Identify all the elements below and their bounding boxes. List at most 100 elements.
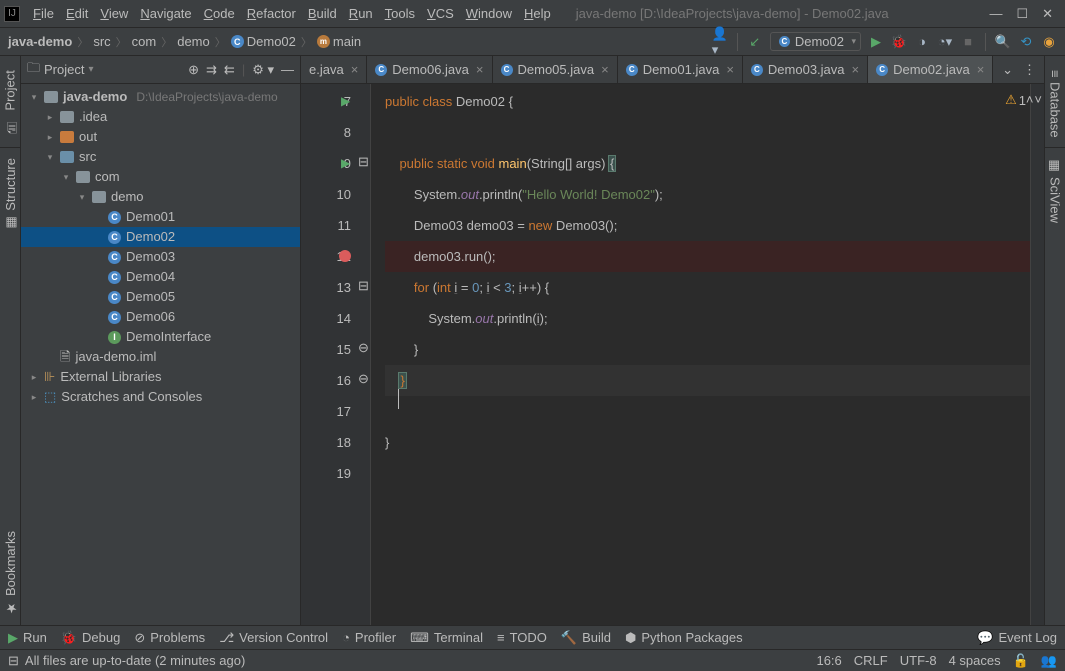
fold-handle[interactable]: ⊟ — [357, 270, 370, 301]
code-line-10[interactable]: System.out.println("Hello World! Demo02"… — [385, 179, 1044, 210]
menu-vcs[interactable]: VCS — [422, 4, 459, 23]
hide-icon[interactable]: — — [281, 62, 294, 78]
status-encoding[interactable]: UTF-8 — [900, 653, 937, 668]
tree-file-demo05[interactable]: CDemo05 — [21, 287, 300, 307]
settings-icon[interactable]: ⚙ ▾ — [252, 62, 274, 78]
heap-icon[interactable]: 👥 — [1041, 653, 1057, 669]
collapse-icon[interactable]: ⇇ — [224, 62, 235, 78]
close-tab-icon[interactable]: × — [476, 62, 484, 77]
database-tab[interactable]: ≡Database — [1046, 60, 1065, 147]
sciview-tab[interactable]: ▦SciView — [1046, 148, 1065, 233]
close-tab-icon[interactable]: × — [726, 62, 734, 77]
sync-icon[interactable]: ⟲ — [1018, 34, 1034, 50]
profiler-tool-tab[interactable]: ◔Profiler — [342, 630, 396, 645]
python-tool-tab[interactable]: ⬢Python Packages — [625, 630, 743, 646]
code-line-7[interactable]: public class Demo02 { — [385, 86, 1044, 117]
tree-file-demo04[interactable]: CDemo04 — [21, 267, 300, 287]
tabs-more-icon[interactable]: ⋮ — [1023, 62, 1036, 78]
code-line-12[interactable]: demo03.run(); — [385, 241, 1044, 272]
ide-settings-icon[interactable]: ◉ — [1041, 34, 1057, 50]
breadcrumb[interactable]: java-demo 〉 src 〉 com 〉 demo 〉 CDemo02 〉… — [8, 34, 361, 50]
structure-tab[interactable]: ▦Structure — [1, 148, 20, 240]
fold-handle[interactable]: ⊖ — [357, 363, 370, 394]
problems-tool-tab[interactable]: ⊘Problems — [134, 630, 205, 646]
menu-build[interactable]: Build — [303, 4, 342, 23]
profile-icon[interactable]: ◔▾ — [937, 34, 953, 50]
status-position[interactable]: 16:6 — [816, 653, 841, 668]
tab-demo05-java[interactable]: CDemo05.java× — [493, 56, 618, 83]
menu-edit[interactable]: Edit — [61, 4, 93, 23]
tree-file-demo01[interactable]: CDemo01 — [21, 207, 300, 227]
tree-iml[interactable]: 🗎java-demo.iml — [21, 347, 300, 367]
bookmarks-tab[interactable]: ★Bookmarks — [1, 521, 20, 625]
tree-src[interactable]: ▾src — [21, 147, 300, 167]
tabs-dropdown-icon[interactable]: ⌄ — [1002, 62, 1013, 78]
run-button-icon[interactable]: ▶ — [868, 34, 884, 50]
menu-help[interactable]: Help — [519, 4, 556, 23]
tab-demo01-java[interactable]: CDemo01.java× — [618, 56, 743, 83]
menu-tools[interactable]: Tools — [380, 4, 420, 23]
build-hammer-icon[interactable]: ↙ — [747, 34, 763, 50]
project-tree[interactable]: ▾java-demoD:\IdeaProjects\java-demo▸.ide… — [21, 84, 300, 625]
minimize-button[interactable]: — — [989, 6, 1002, 22]
code-line-17[interactable] — [385, 396, 1044, 427]
stop-icon[interactable]: ■ — [960, 34, 976, 50]
code-line-18[interactable]: } — [385, 427, 1044, 458]
project-view-select[interactable]: 🗀 Project ▾ — [27, 59, 182, 81]
code-line-19[interactable] — [385, 458, 1044, 489]
search-icon[interactable]: 🔍 — [995, 34, 1011, 50]
fold-handle[interactable]: ⊟ — [357, 146, 370, 177]
tree-file-demointerface[interactable]: IDemoInterface — [21, 327, 300, 347]
tab-demo06-java[interactable]: CDemo06.java× — [367, 56, 492, 83]
line-number-gutter[interactable]: 7▶89▶10111213141516171819 — [301, 84, 357, 625]
code-area[interactable]: 7▶89▶10111213141516171819 ⊟ ⊟ ⊖⊖ public cl… — [301, 84, 1044, 625]
event-log-tab[interactable]: 💬Event Log — [977, 630, 1057, 646]
run-gutter-icon[interactable]: ▶ — [341, 86, 350, 117]
menu-refactor[interactable]: Refactor — [242, 4, 301, 23]
todo-tool-tab[interactable]: ≡TODO — [497, 630, 547, 645]
tab-demo02-java[interactable]: CDemo02.java× — [868, 56, 993, 83]
fold-handle[interactable]: ⊖ — [357, 332, 370, 363]
tree-idea[interactable]: ▸.idea — [21, 107, 300, 127]
close-button[interactable]: ✕ — [1042, 6, 1053, 22]
code-line-9[interactable]: public static void main(String[] args) { — [385, 148, 1044, 179]
expand-icon[interactable]: ⇉ — [206, 62, 217, 78]
maximize-button[interactable]: ☐ — [1016, 6, 1028, 22]
tree-file-demo06[interactable]: CDemo06 — [21, 307, 300, 327]
fold-gutter[interactable]: ⊟ ⊟ ⊖⊖ — [357, 84, 371, 625]
menu-window[interactable]: Window — [461, 4, 517, 23]
tree-com[interactable]: ▾com — [21, 167, 300, 187]
hide-tool-icon[interactable]: ⊟ — [8, 653, 19, 669]
next-highlight-icon[interactable]: ˅ — [1034, 92, 1042, 107]
tree-scratches[interactable]: ▸⬚Scratches and Consoles — [21, 387, 300, 407]
lock-icon[interactable]: 🔓 — [1013, 653, 1029, 669]
close-tab-icon[interactable]: × — [601, 62, 609, 77]
status-indent[interactable]: 4 spaces — [949, 653, 1001, 668]
coverage-icon[interactable]: ◑ — [914, 34, 930, 50]
code-line-15[interactable]: } — [385, 334, 1044, 365]
vcs-tool-tab[interactable]: ⎇Version Control — [219, 630, 328, 646]
user-icon[interactable]: 👤▾ — [712, 34, 728, 50]
tree-file-demo02[interactable]: CDemo02 — [21, 227, 300, 247]
close-tab-icon[interactable]: × — [852, 62, 860, 77]
breakpoint-icon[interactable] — [339, 250, 351, 262]
terminal-tool-tab[interactable]: ⌨Terminal — [410, 630, 483, 646]
code-line-16[interactable]: } — [385, 365, 1044, 396]
run-config-select[interactable]: C Demo02 — [770, 32, 861, 51]
structure-tab[interactable]: 🗎Project — [0, 60, 23, 147]
menu-file[interactable]: File — [28, 4, 59, 23]
menu-run[interactable]: Run — [344, 4, 378, 23]
tree-demo[interactable]: ▾demo — [21, 187, 300, 207]
debug-button-icon[interactable]: 🐞 — [891, 34, 907, 50]
prev-highlight-icon[interactable]: ˄ — [1026, 92, 1034, 107]
run-tool-tab[interactable]: ▶Run — [8, 630, 47, 646]
menu-code[interactable]: Code — [199, 4, 240, 23]
tree-file-demo03[interactable]: CDemo03 — [21, 247, 300, 267]
menu-navigate[interactable]: Navigate — [135, 4, 196, 23]
tab-truncated[interactable]: e.java× — [301, 56, 367, 83]
tab-demo03-java[interactable]: CDemo03.java× — [743, 56, 868, 83]
code-line-14[interactable]: System.out.println(i); — [385, 303, 1044, 334]
code-line-8[interactable] — [385, 117, 1044, 148]
locate-icon[interactable]: ⊕ — [188, 62, 199, 78]
error-stripe[interactable]: ⚠1 ˄˅ — [1030, 84, 1044, 625]
